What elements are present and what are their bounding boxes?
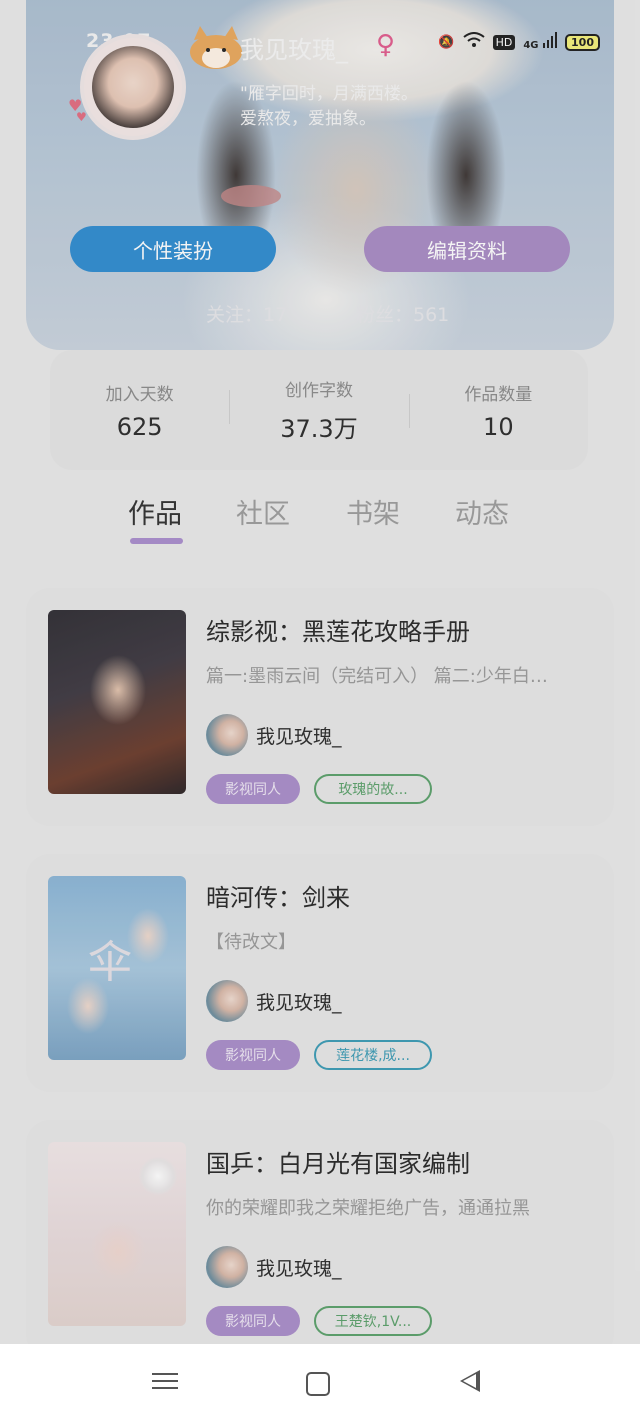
profile-tabs: 作品 社区 书架 动态	[0, 492, 640, 552]
work-description: 篇一:墨雨云间（完结可入） 篇二:少年白…	[206, 666, 548, 687]
status-icons: 🔕 HD 4G 100	[438, 32, 600, 52]
profile-bio: "雁字回时，月满西楼。 爱熬夜，爱抽象。	[240, 82, 450, 132]
work-tags: 影视同人 玫瑰的故...	[206, 774, 432, 804]
work-card[interactable]: 综影视：黑莲花攻略手册 篇一:墨雨云间（完结可入） 篇二:少年白… 我见玫瑰_ …	[26, 588, 614, 826]
stat-join-days: 加入天数 625	[50, 380, 229, 441]
work-author[interactable]: 我见玫瑰_	[206, 1246, 342, 1288]
work-cover-image[interactable]	[48, 610, 186, 794]
stat-value: 37.3万	[280, 415, 358, 443]
cover-calligraphy: 伞	[88, 937, 132, 988]
work-title[interactable]: 国乒：白月光有国家编制	[206, 1144, 470, 1179]
bio-line: "雁字回时，月满西楼。	[240, 84, 418, 104]
category-tag[interactable]: 影视同人	[206, 1306, 300, 1336]
author-avatar	[206, 714, 248, 756]
work-tags: 影视同人 莲花楼,成...	[206, 1040, 432, 1070]
active-tab-indicator	[130, 538, 183, 544]
work-card[interactable]: 国乒：白月光有国家编制 你的荣耀即我之荣耀拒绝广告，通通拉黑 我见玫瑰_ 影视同…	[26, 1120, 614, 1358]
tab-bookshelf[interactable]: 书架	[346, 492, 400, 531]
tab-activity[interactable]: 动态	[455, 492, 509, 531]
work-description: 【待改文】	[206, 932, 296, 953]
stat-label: 作品数量	[464, 384, 533, 405]
avatar-frame	[80, 34, 186, 140]
stat-word-count: 创作字数 37.3万	[229, 376, 408, 444]
hd-icon: HD	[492, 34, 516, 50]
author-name: 我见玫瑰_	[256, 1257, 342, 1280]
bio-line: 爱熬夜，爱抽象。	[240, 109, 376, 129]
work-cover-image[interactable]	[48, 1142, 186, 1326]
author-name: 我见玫瑰_	[256, 991, 342, 1014]
avatar-image	[92, 46, 174, 128]
personal-dress-button[interactable]: 个性装扮	[70, 226, 276, 272]
work-author[interactable]: 我见玫瑰_	[206, 980, 342, 1022]
sub-tag[interactable]: 玫瑰的故...	[314, 774, 432, 804]
category-tag[interactable]: 影视同人	[206, 1040, 300, 1070]
followers-count[interactable]: 粉丝：561	[356, 300, 449, 327]
battery-icon: 100	[565, 33, 600, 51]
wifi-icon	[462, 32, 485, 52]
avatar[interactable]: ♥ ♥	[68, 26, 242, 140]
system-navigation-bar	[0, 1344, 640, 1422]
mute-icon: 🔕	[438, 34, 455, 50]
work-tags: 影视同人 王楚钦,1V...	[206, 1306, 432, 1336]
author-avatar	[206, 1246, 248, 1288]
tab-works[interactable]: 作品	[128, 492, 182, 531]
network-type: 4G	[523, 40, 539, 51]
tab-community[interactable]: 社区	[236, 492, 290, 531]
work-card[interactable]: 伞 暗河传：剑来 【待改文】 我见玫瑰_ 影视同人 莲花楼,成...	[26, 854, 614, 1092]
banner-image-detail	[221, 185, 281, 207]
stat-label: 创作字数	[284, 381, 353, 401]
following-count[interactable]: 关注：17	[206, 300, 287, 327]
edit-profile-button[interactable]: 编辑资料	[364, 226, 570, 272]
stat-works-count: 作品数量 10	[408, 380, 588, 441]
signal-icon: 4G	[523, 32, 558, 52]
female-icon: ♀	[376, 30, 396, 60]
back-icon[interactable]	[460, 1370, 480, 1392]
work-description: 你的荣耀即我之荣耀拒绝广告，通通拉黑	[206, 1198, 530, 1219]
work-author[interactable]: 我见玫瑰_	[206, 714, 342, 756]
menu-icon[interactable]	[152, 1368, 182, 1398]
home-icon[interactable]	[306, 1372, 330, 1396]
stat-value: 10	[483, 412, 514, 441]
stat-value: 625	[116, 412, 163, 441]
profile-username: 我见玫瑰_	[240, 36, 348, 64]
stat-label: 加入天数	[105, 384, 174, 405]
category-tag[interactable]: 影视同人	[206, 774, 300, 804]
work-cover-image[interactable]: 伞	[48, 876, 186, 1060]
sub-tag[interactable]: 莲花楼,成...	[314, 1040, 432, 1070]
work-title[interactable]: 暗河传：剑来	[206, 878, 350, 913]
stats-card: 加入天数 625 创作字数 37.3万 作品数量 10	[50, 350, 588, 470]
work-title[interactable]: 综影视：黑莲花攻略手册	[206, 612, 470, 647]
author-avatar	[206, 980, 248, 1022]
author-name: 我见玫瑰_	[256, 725, 342, 748]
heart-icon: ♥	[76, 110, 87, 124]
sub-tag[interactable]: 王楚钦,1V...	[314, 1306, 432, 1336]
corgi-decoration-icon	[190, 26, 242, 69]
